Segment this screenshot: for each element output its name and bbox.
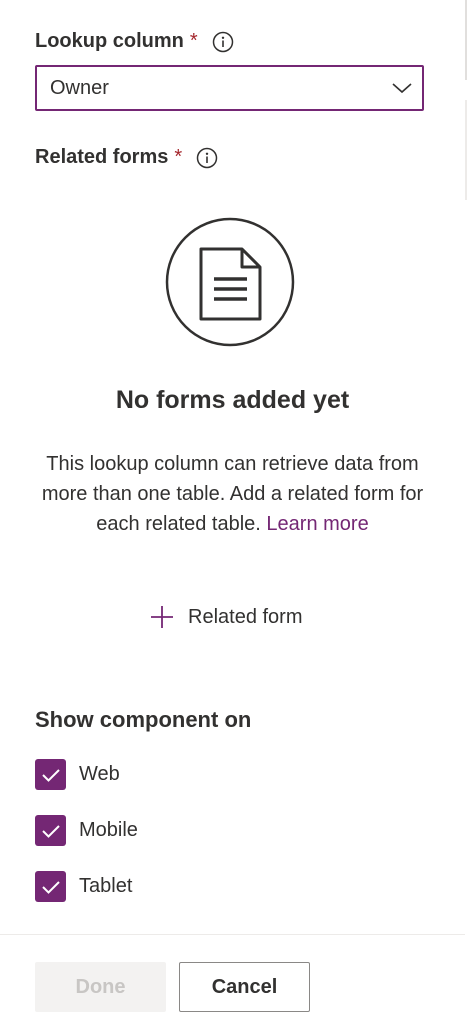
checkmark-icon[interactable] bbox=[35, 815, 66, 846]
required-asterisk: * bbox=[174, 146, 183, 168]
chevron-down-icon bbox=[392, 79, 412, 102]
lookup-column-selected: Owner bbox=[50, 76, 109, 99]
related-forms-label: Related forms * bbox=[35, 146, 218, 169]
add-related-form-button[interactable]: Related form bbox=[150, 605, 303, 629]
info-icon[interactable] bbox=[212, 31, 234, 53]
learn-more-link[interactable]: Learn more bbox=[266, 513, 368, 535]
required-asterisk: * bbox=[189, 30, 198, 52]
checkbox-web-label: Web bbox=[79, 763, 120, 785]
done-button[interactable]: Done bbox=[35, 962, 166, 1012]
add-related-form-label: Related form bbox=[188, 605, 303, 628]
document-icon bbox=[165, 217, 295, 347]
lookup-column-dropdown[interactable]: Owner bbox=[35, 65, 424, 111]
lookup-column-label: Lookup column * bbox=[35, 30, 234, 53]
checkmark-icon[interactable] bbox=[35, 759, 66, 790]
checkbox-tablet[interactable]: Tablet bbox=[35, 871, 132, 902]
info-icon[interactable] bbox=[196, 147, 218, 169]
empty-state-title: No forms added yet bbox=[115, 386, 350, 414]
checkbox-mobile-label: Mobile bbox=[79, 819, 138, 841]
plus-icon bbox=[150, 605, 174, 629]
lookup-column-label-text: Lookup column bbox=[35, 30, 184, 52]
checkbox-tablet-label: Tablet bbox=[79, 875, 133, 897]
checkbox-web[interactable]: Web bbox=[35, 759, 120, 790]
cancel-button[interactable]: Cancel bbox=[179, 962, 310, 1012]
footer-divider bbox=[0, 934, 465, 935]
checkbox-mobile[interactable]: Mobile bbox=[35, 815, 138, 846]
empty-state-description: This lookup column can retrieve data fro… bbox=[30, 449, 435, 539]
related-forms-label-text: Related forms bbox=[35, 146, 169, 168]
show-component-on-title: Show component on bbox=[35, 707, 252, 732]
checkmark-icon[interactable] bbox=[35, 871, 66, 902]
